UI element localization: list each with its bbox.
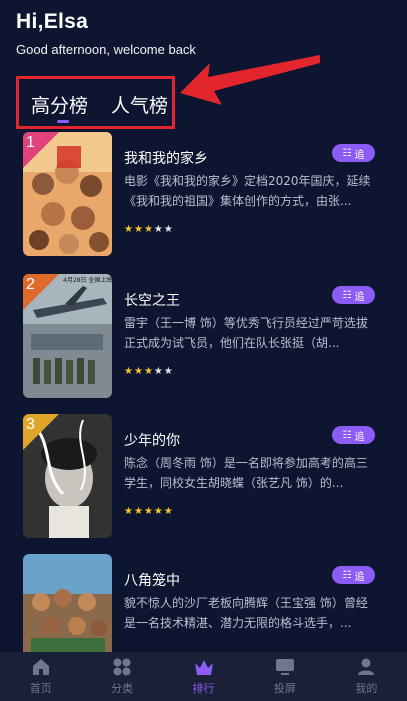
- category-icon: [111, 657, 133, 677]
- star-icon: ★: [133, 224, 144, 235]
- tab-popular[interactable]: 人气榜: [111, 91, 168, 118]
- ranking-tabs: 高分榜 人气榜: [16, 76, 175, 129]
- rank-number: 1: [26, 134, 35, 151]
- list-icon: ☷: [342, 429, 352, 441]
- follow-button[interactable]: ☷ 追: [332, 286, 375, 304]
- star-icon: ★: [163, 366, 174, 377]
- tab-ranking[interactable]: 排行: [163, 652, 244, 701]
- active-tab-indicator: [57, 120, 69, 123]
- rating-stars: ★★★★★: [124, 224, 174, 235]
- bottom-tab-bar: 首页 分类 排行 投屏 我的: [0, 652, 407, 701]
- tab-category[interactable]: 分类: [81, 652, 162, 701]
- list-item[interactable]: 1 我和我的家乡 电影《我和我的家乡》定档2020年国庆，延续《我和我的祖国》集…: [0, 132, 407, 256]
- welcome-subtitle: Good afternoon, welcome back: [16, 42, 196, 57]
- movie-description: 貌不惊人的沙厂老板向腾辉（王宝强 饰）曾经是一名技术精湛、潜力无限的格斗选手，.…: [124, 596, 368, 630]
- red-arrow-annotation: [180, 55, 320, 105]
- star-icon: ★: [124, 224, 134, 235]
- star-icon: ★: [124, 366, 134, 377]
- movie-title[interactable]: 八角笼中: [124, 570, 180, 590]
- crown-icon: [193, 657, 215, 677]
- list-item[interactable]: 3 少年的你 陈念（周冬雨 饰）是一名即将参加高考的高三学生，同校女生胡晓蝶（张…: [0, 414, 407, 538]
- star-icon: ★: [153, 506, 164, 517]
- tab-label: 首页: [29, 682, 52, 695]
- star-icon: ★: [143, 366, 154, 377]
- list-icon: ☷: [342, 569, 352, 581]
- list-item[interactable]: 4月28日 全国上映 2 长空之王 雷宇（王一博 饰）等优秀飞行员经过严苛选拔正…: [0, 274, 407, 398]
- star-icon: ★: [133, 506, 144, 517]
- movie-poster[interactable]: 1: [23, 132, 112, 256]
- star-icon: ★: [163, 506, 174, 517]
- user-icon: [355, 657, 377, 677]
- movie-description: 陈念（周冬雨 饰）是一名即将参加高考的高三学生，同校女生胡晓蝶（张艺凡 饰）的.…: [124, 456, 368, 490]
- star-icon: ★: [133, 366, 144, 377]
- tab-label: 我的: [355, 682, 378, 695]
- list-icon: ☷: [342, 147, 352, 159]
- tab-label: 分类: [111, 682, 134, 695]
- rating-stars: ★★★★★: [124, 366, 174, 377]
- tab-high-score[interactable]: 高分榜: [31, 91, 88, 118]
- rank-number: 3: [26, 416, 35, 433]
- rating-stars: ★★★★★: [124, 506, 174, 517]
- star-icon: ★: [124, 506, 134, 517]
- movie-title[interactable]: 我和我的家乡: [124, 148, 208, 168]
- movie-description: 雷宇（王一博 饰）等优秀飞行员经过严苛选拔正式成为试飞员，他们在队长张挺（胡..…: [124, 316, 368, 350]
- star-icon: ★: [153, 366, 164, 377]
- tab-home[interactable]: 首页: [0, 652, 81, 701]
- movie-title[interactable]: 长空之王: [124, 290, 180, 310]
- star-icon: ★: [153, 224, 164, 235]
- movie-poster[interactable]: 4月28日 全国上映 2: [23, 274, 112, 398]
- star-icon: ★: [143, 506, 154, 517]
- tab-label: 排行: [192, 682, 215, 695]
- tab-profile[interactable]: 我的: [326, 652, 407, 701]
- rank-number: 2: [26, 276, 35, 293]
- header: Hi,Elsa Good afternoon, welcome back: [16, 10, 196, 57]
- movie-description: 电影《我和我的家乡》定档2020年国庆，延续《我和我的祖国》集体创作的方式，由张…: [124, 174, 371, 208]
- cast-icon: [274, 657, 296, 677]
- follow-label: 追: [354, 149, 365, 161]
- follow-button[interactable]: ☷ 追: [332, 426, 375, 444]
- follow-label: 追: [354, 571, 365, 583]
- movie-title[interactable]: 少年的你: [124, 430, 180, 450]
- follow-label: 追: [354, 431, 365, 443]
- poster-release-date: 4月28日 全国上映: [63, 276, 112, 284]
- star-icon: ★: [163, 224, 174, 235]
- movie-poster[interactable]: 3: [23, 414, 112, 538]
- list-icon: ☷: [342, 289, 352, 301]
- star-icon: ★: [143, 224, 154, 235]
- tab-label: 投屏: [273, 682, 296, 695]
- tab-cast[interactable]: 投屏: [244, 652, 325, 701]
- follow-button[interactable]: ☷ 追: [332, 144, 375, 162]
- greeting: Hi,Elsa: [16, 10, 89, 33]
- follow-button[interactable]: ☷ 追: [332, 566, 375, 584]
- home-icon: [30, 657, 52, 677]
- follow-label: 追: [354, 291, 365, 303]
